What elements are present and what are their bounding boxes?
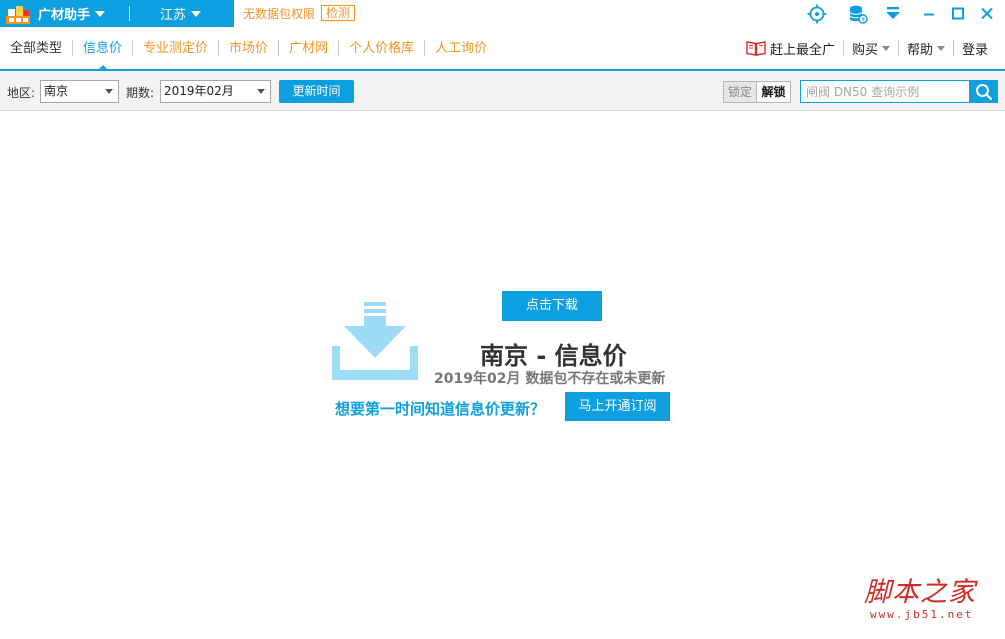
- tab-professional-price[interactable]: 专业测定价: [133, 27, 218, 69]
- period-filter-label: 期数:: [126, 86, 155, 100]
- title-bar: 广材助手 江苏 无数据包权限 检测 ¥: [0, 0, 1005, 27]
- download-tray-icon: [332, 300, 418, 382]
- divider: [129, 6, 131, 21]
- promo-link[interactable]: 赶上最全广: [741, 39, 840, 58]
- period-select[interactable]: 2019年02月: [160, 80, 271, 103]
- divider: [897, 40, 899, 56]
- period-select-value: 2019年02月: [164, 84, 234, 98]
- divider: [842, 40, 844, 56]
- no-data-permission-text: 无数据包权限: [243, 7, 316, 21]
- chevron-down-icon: [95, 10, 106, 17]
- maximize-icon[interactable]: [948, 4, 968, 24]
- nav-right-menu: 赶上最全广 购买 帮助 登录: [741, 27, 993, 69]
- app-name: 广材助手: [38, 8, 91, 23]
- brand-area: 广材助手 江苏: [0, 0, 234, 27]
- region-select-value: 南京: [44, 84, 69, 98]
- subscribe-prompt: 想要第一时间知道信息价更新？: [335, 400, 546, 418]
- book-icon: [746, 40, 766, 56]
- divider: [952, 40, 954, 56]
- tab-guangcai-web[interactable]: 广材网: [279, 27, 338, 69]
- help-label: 帮助: [906, 42, 933, 58]
- update-time-button[interactable]: 更新时间: [279, 80, 354, 103]
- download-button[interactable]: 点击下载: [502, 291, 602, 321]
- minimize-icon[interactable]: [919, 4, 939, 24]
- buy-label: 购买: [851, 42, 878, 58]
- no-data-title: 南京 - 信息价: [480, 342, 627, 370]
- search-icon: [975, 83, 992, 100]
- chevron-down-icon: [191, 10, 202, 17]
- chevron-down-icon: [936, 45, 945, 51]
- app-logo-icon: [4, 2, 32, 26]
- unlock-button[interactable]: 解锁: [757, 81, 791, 103]
- filter-bar: 地区: 南京 期数: 2019年02月 更新时间 锁定 解锁: [0, 71, 1005, 111]
- help-menu[interactable]: 帮助: [902, 39, 950, 58]
- chevron-down-icon: [257, 89, 265, 94]
- locate-icon[interactable]: [807, 4, 827, 24]
- region-dropdown[interactable]: 江苏: [160, 4, 202, 23]
- watermark-cn: 脚本之家: [864, 577, 976, 608]
- no-data-subtitle: 2019年02月 数据包不存在或未更新: [434, 371, 666, 387]
- buy-menu[interactable]: 购买: [847, 39, 895, 58]
- tab-personal-price-library[interactable]: 个人价格库: [339, 27, 424, 69]
- region-label: 江苏: [160, 8, 187, 23]
- watermark: 脚本之家 www.jb51.net: [864, 578, 992, 626]
- tab-info-price[interactable]: 信息价: [73, 27, 132, 71]
- tab-all-types[interactable]: 全部类型: [0, 27, 72, 69]
- tab-manual-inquiry[interactable]: 人工询价: [425, 27, 497, 69]
- chevron-down-icon: [105, 89, 113, 94]
- region-filter-label: 地区:: [7, 86, 36, 100]
- watermark-url: www.jb51.net: [870, 608, 974, 621]
- category-tabs: 全部类型 信息价 专业测定价 市场价 广材网 个人价格库 人工询价: [0, 27, 497, 71]
- check-button[interactable]: 检测: [321, 5, 356, 21]
- promo-label: 赶上最全广: [769, 42, 835, 58]
- login-button[interactable]: 登录: [957, 39, 993, 58]
- subscribe-button[interactable]: 马上开通订阅: [565, 392, 670, 421]
- tab-market-price[interactable]: 市场价: [219, 27, 278, 69]
- app-menu-button[interactable]: 广材助手: [38, 4, 106, 23]
- close-icon[interactable]: [977, 4, 997, 24]
- search-input[interactable]: [800, 80, 970, 103]
- lock-button[interactable]: 锁定: [723, 81, 757, 103]
- database-icon[interactable]: ¥: [848, 4, 868, 24]
- svg-text:¥: ¥: [861, 17, 865, 24]
- main-content: 点击下载 南京 - 信息价 2019年02月 数据包不存在或未更新 想要第一时间…: [0, 112, 1005, 639]
- search-button[interactable]: [969, 80, 998, 103]
- category-nav: 全部类型 信息价 专业测定价 市场价 广材网 个人价格库 人工询价 赶上最全广: [0, 27, 1005, 71]
- chevron-down-icon: [881, 45, 890, 51]
- region-select[interactable]: 南京: [40, 80, 119, 103]
- download-icon[interactable]: [883, 4, 903, 24]
